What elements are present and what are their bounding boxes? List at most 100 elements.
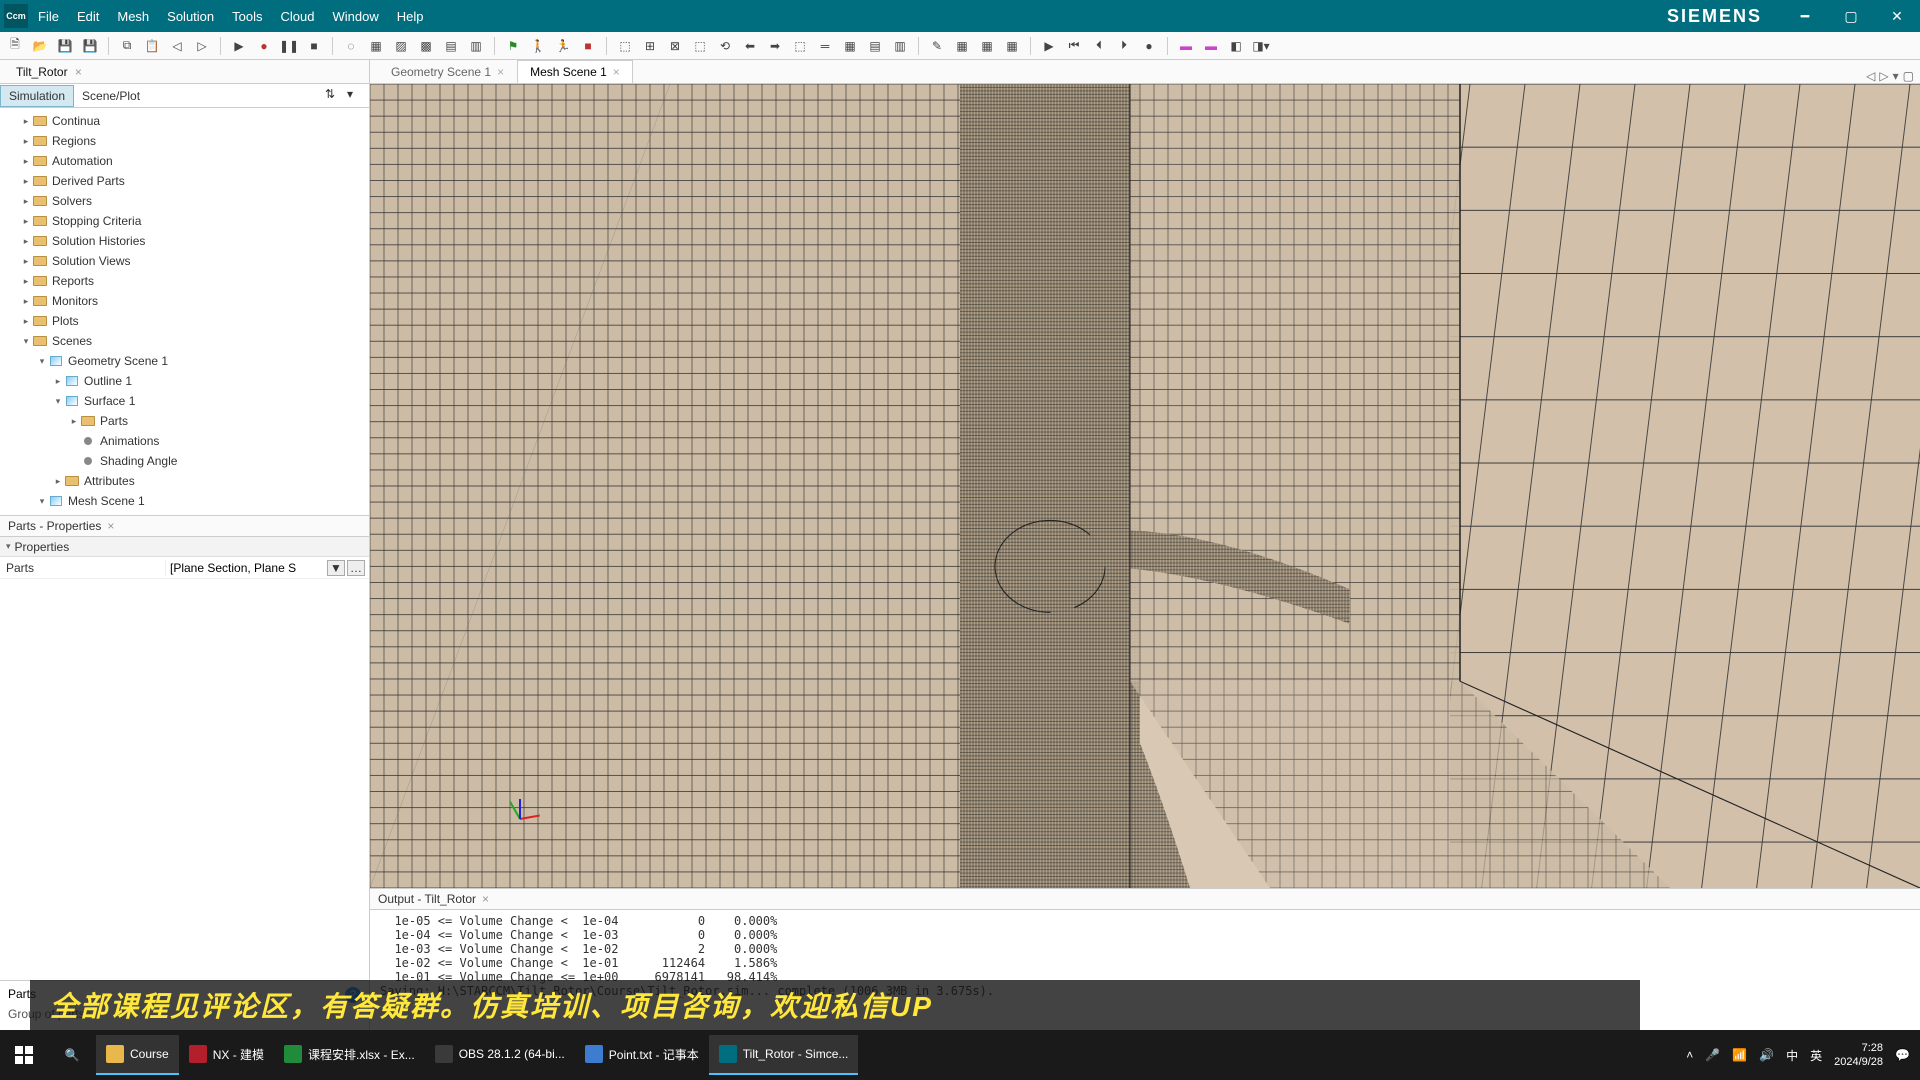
save-all-icon[interactable]: 💾: [81, 37, 99, 55]
tree-item[interactable]: ▸Stopping Criteria: [0, 211, 369, 231]
tray-wifi-icon[interactable]: 📶: [1732, 1048, 1747, 1062]
tray-mic-icon[interactable]: 🎤: [1705, 1048, 1720, 1062]
tree-twisty-icon[interactable]: ▸: [20, 156, 32, 167]
tree-item[interactable]: ▸Solvers: [0, 191, 369, 211]
menu-cloud[interactable]: Cloud: [281, 9, 315, 24]
close-button[interactable]: ✕: [1874, 0, 1920, 32]
tree-item[interactable]: ▾Mesh Scene 1: [0, 491, 369, 511]
pause-icon[interactable]: ❚❚: [280, 37, 298, 55]
view-tool-icon[interactable]: ⬚: [616, 37, 634, 55]
maximize-button[interactable]: ▢: [1828, 0, 1874, 32]
view-tool4-icon[interactable]: ⬚: [691, 37, 709, 55]
paste-icon[interactable]: 📋: [143, 37, 161, 55]
close-icon[interactable]: ×: [482, 892, 489, 906]
tree-twisty-icon[interactable]: ▸: [20, 196, 32, 207]
close-icon[interactable]: ×: [75, 65, 82, 79]
save-icon[interactable]: 💾: [56, 37, 74, 55]
tree-item[interactable]: Shading Angle: [0, 451, 369, 471]
run-icon[interactable]: ▶: [230, 37, 248, 55]
redo-icon[interactable]: ▷: [193, 37, 211, 55]
close-icon[interactable]: ×: [613, 65, 620, 79]
tree-twisty-icon[interactable]: ▸: [20, 176, 32, 187]
tree-menu-icon[interactable]: ▾: [347, 87, 365, 105]
mesh-tool5-icon[interactable]: ▤: [442, 37, 460, 55]
tree-twisty-icon[interactable]: ▸: [20, 276, 32, 287]
simulation-tree[interactable]: ▸Continua▸Regions▸Automation▸Derived Par…: [0, 108, 369, 515]
play-rec-icon[interactable]: ●: [1140, 37, 1158, 55]
close-icon[interactable]: ×: [497, 65, 504, 79]
play-first-icon[interactable]: ⏮: [1065, 37, 1083, 55]
stop-icon[interactable]: ■: [305, 37, 323, 55]
properties-section-header[interactable]: Properties: [0, 537, 369, 557]
edit-tool-icon[interactable]: ✎: [928, 37, 946, 55]
open-icon[interactable]: 📂: [31, 37, 49, 55]
tree-item[interactable]: ▸Solution Views: [0, 251, 369, 271]
taskbar-item[interactable]: OBS 28.1.2 (64-bi...: [425, 1035, 575, 1075]
taskbar-item[interactable]: Tilt_Rotor - Simce...: [709, 1035, 859, 1075]
tree-item[interactable]: Animations: [0, 431, 369, 451]
new-icon[interactable]: 🗎: [6, 37, 24, 55]
view-tool8-icon[interactable]: ⬚: [791, 37, 809, 55]
edit-tool2-icon[interactable]: ▦: [953, 37, 971, 55]
search-icon[interactable]: 🔍: [48, 1030, 96, 1080]
mesh-viewport[interactable]: [370, 84, 1920, 888]
minimize-button[interactable]: ━: [1782, 0, 1828, 32]
tree-item[interactable]: ▸Parts: [0, 411, 369, 431]
copy-icon[interactable]: ⧉: [118, 37, 136, 55]
tree-twisty-icon[interactable]: ▾: [36, 356, 48, 367]
tree-filter-icon[interactable]: ⇅: [325, 87, 343, 105]
edit-tool3-icon[interactable]: ▦: [978, 37, 996, 55]
tree-twisty-icon[interactable]: ▾: [20, 336, 32, 347]
output-tab[interactable]: Output - Tilt_Rotor ×: [370, 888, 1920, 910]
menu-edit[interactable]: Edit: [77, 9, 99, 24]
tree-item[interactable]: ▸Outline 1: [0, 371, 369, 391]
tab-geometry-scene[interactable]: Geometry Scene 1×: [378, 60, 517, 83]
color-tool4-icon[interactable]: ◨▾: [1252, 37, 1270, 55]
menu-tools[interactable]: Tools: [232, 9, 262, 24]
tree-item[interactable]: ▾Scenes: [0, 331, 369, 351]
menu-solution[interactable]: Solution: [167, 9, 214, 24]
tree-item[interactable]: ▸Monitors: [0, 291, 369, 311]
nav-max-icon[interactable]: ▢: [1903, 69, 1914, 83]
tree-item[interactable]: ▸Solution Histories: [0, 231, 369, 251]
tree-twisty-icon[interactable]: ▾: [52, 396, 64, 407]
taskbar-item[interactable]: Point.txt - 记事本: [575, 1035, 709, 1075]
tree-item[interactable]: ▸Continua: [0, 111, 369, 131]
play-prev-icon[interactable]: ▶: [1040, 37, 1058, 55]
menu-help[interactable]: Help: [397, 9, 424, 24]
tree-twisty-icon[interactable]: ▸: [20, 136, 32, 147]
tree-item[interactable]: ▸Regions: [0, 131, 369, 151]
close-icon[interactable]: ×: [107, 519, 114, 533]
grid-icon[interactable]: ▦: [841, 37, 859, 55]
edit-tool4-icon[interactable]: ▦: [1003, 37, 1021, 55]
grid3-icon[interactable]: ▥: [891, 37, 909, 55]
color-tool2-icon[interactable]: ▬: [1202, 37, 1220, 55]
view-tool5-icon[interactable]: ⟲: [716, 37, 734, 55]
view-tool9-icon[interactable]: ═: [816, 37, 834, 55]
view-tool3-icon[interactable]: ⊠: [666, 37, 684, 55]
tray-sound-icon[interactable]: 🔊: [1759, 1048, 1774, 1062]
nav-next-icon[interactable]: ▷: [1879, 69, 1888, 83]
mesh-tool4-icon[interactable]: ▩: [417, 37, 435, 55]
tray-chevron-icon[interactable]: ˄: [1686, 1048, 1693, 1062]
color-tool1-icon[interactable]: ▬: [1177, 37, 1195, 55]
tree-twisty-icon[interactable]: ▸: [52, 476, 64, 487]
mesh-tool3-icon[interactable]: ▨: [392, 37, 410, 55]
dropdown-button[interactable]: ▼: [327, 560, 345, 576]
flag-icon[interactable]: ⚑: [504, 37, 522, 55]
tab-mesh-scene[interactable]: Mesh Scene 1×: [517, 60, 633, 83]
tab-scene-plot[interactable]: Scene/Plot: [74, 86, 148, 106]
play-fwd-icon[interactable]: ⏵: [1115, 37, 1133, 55]
mesh-tool2-icon[interactable]: ▦: [367, 37, 385, 55]
notifications-icon[interactable]: 💬: [1895, 1048, 1910, 1062]
start-button[interactable]: [0, 1030, 48, 1080]
tree-item[interactable]: ▾Geometry Scene 1: [0, 351, 369, 371]
tab-simulation[interactable]: Simulation: [0, 85, 74, 107]
taskbar-item[interactable]: 课程安排.xlsx - Ex...: [274, 1035, 425, 1075]
tree-twisty-icon[interactable]: ▸: [20, 296, 32, 307]
tree-twisty-icon[interactable]: ▾: [36, 496, 48, 507]
property-value-input[interactable]: [170, 560, 325, 576]
properties-tab[interactable]: Parts - Properties ×: [0, 515, 369, 537]
tree-twisty-icon[interactable]: ▸: [20, 316, 32, 327]
tree-twisty-icon[interactable]: ▸: [68, 416, 80, 427]
